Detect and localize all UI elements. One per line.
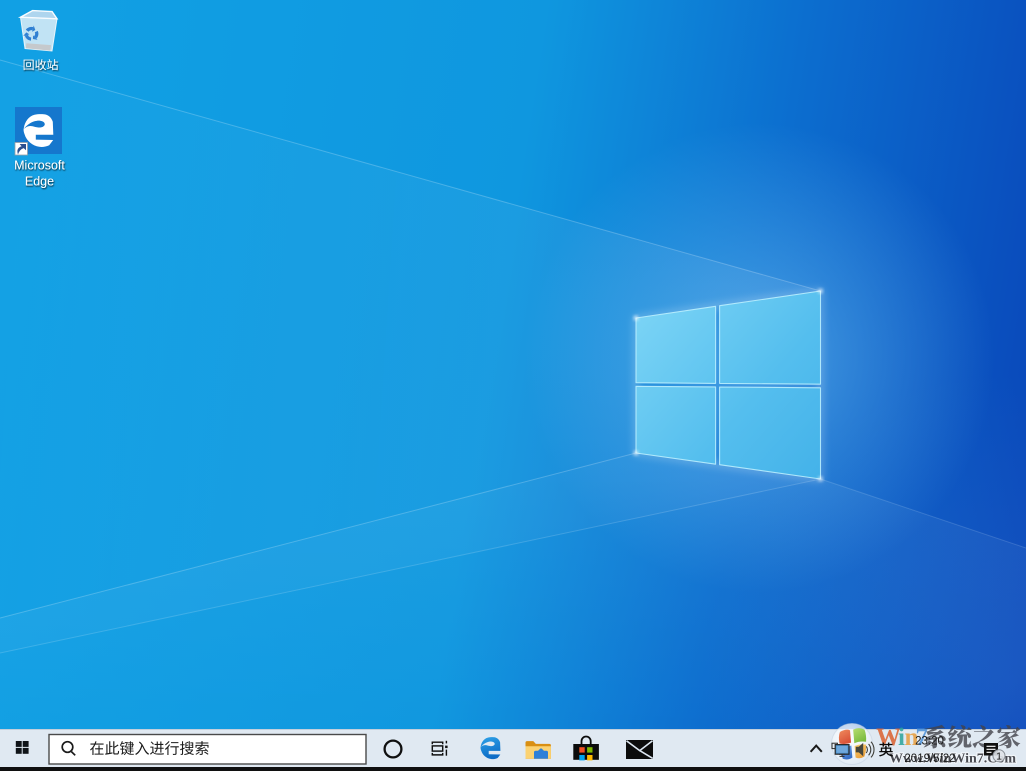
svg-text:Microsoft: Microsoft [14,159,65,173]
svg-text:2019/5/22: 2019/5/22 [904,753,955,765]
svg-text:1: 1 [996,751,1002,763]
svg-text:23:20: 23:20 [915,736,944,748]
svg-text:Edge: Edge [25,175,54,189]
